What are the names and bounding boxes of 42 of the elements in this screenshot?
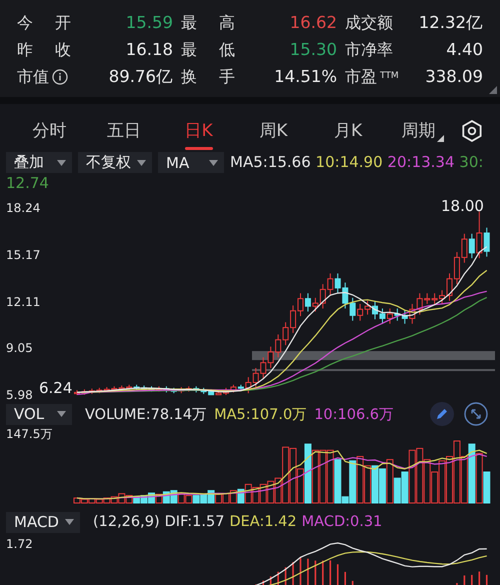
quote-label: 最 高: [181, 12, 236, 34]
high-price-label: 18.00: [441, 197, 484, 215]
legend-value: 12.74: [6, 174, 49, 192]
quote-value: 16.18: [124, 39, 173, 61]
legend-label: MA5:: [230, 153, 268, 171]
quote-value: 16.62: [288, 12, 337, 34]
legend-label: 10:106.6万: [314, 406, 394, 424]
quote-value: 338.09: [424, 66, 483, 88]
legend-label: 20:: [387, 153, 412, 171]
quote-value: 15.30: [288, 39, 337, 61]
quote-value: 4.40: [445, 39, 483, 61]
quote-label: 今 开: [17, 12, 72, 34]
legend-value: 14.90: [340, 153, 383, 171]
quote-label: 成交额: [345, 12, 394, 34]
legend-label: MACD:0.31: [302, 514, 382, 530]
quote-value: 89.76亿: [108, 66, 173, 88]
quote-value: 14.51%: [273, 66, 337, 88]
quote-label: 市值: [17, 65, 73, 88]
quote-label: 市净率: [345, 39, 394, 61]
axis-label: 18.24: [6, 201, 40, 215]
legend-label: 30:: [459, 153, 484, 171]
quote-label: 市盈$^{TTM}$: [345, 66, 400, 88]
quote-value: 12.32亿: [418, 12, 483, 34]
quote-value: 15.59: [124, 12, 173, 34]
legend-label: (12,26,9): [92, 514, 160, 530]
axis-label: 147.5万: [6, 427, 52, 441]
axis-label: 9.05: [6, 341, 33, 356]
legend-value: 15.66: [268, 153, 311, 171]
legend-label: DEA:1.42: [229, 514, 297, 530]
axis-label: 12.11: [6, 294, 40, 308]
legend-label: 10:: [316, 153, 340, 171]
legend-label: VOLUME:78.14万: [85, 406, 208, 424]
low-price-label: 6.24: [39, 379, 72, 397]
quote-label: 昨 收: [17, 39, 72, 61]
legend-value: 13.34: [412, 153, 455, 171]
quote-label: 换 手: [181, 66, 236, 88]
axis-label: 5.98: [6, 388, 33, 402]
legend-label: DIF:1.57: [164, 514, 224, 530]
axis-label: 1.72: [6, 537, 33, 551]
legend-label: MA5:107.0万: [214, 406, 308, 424]
axis-label: 15.17: [6, 248, 40, 262]
quote-label: 最 低: [181, 39, 236, 61]
